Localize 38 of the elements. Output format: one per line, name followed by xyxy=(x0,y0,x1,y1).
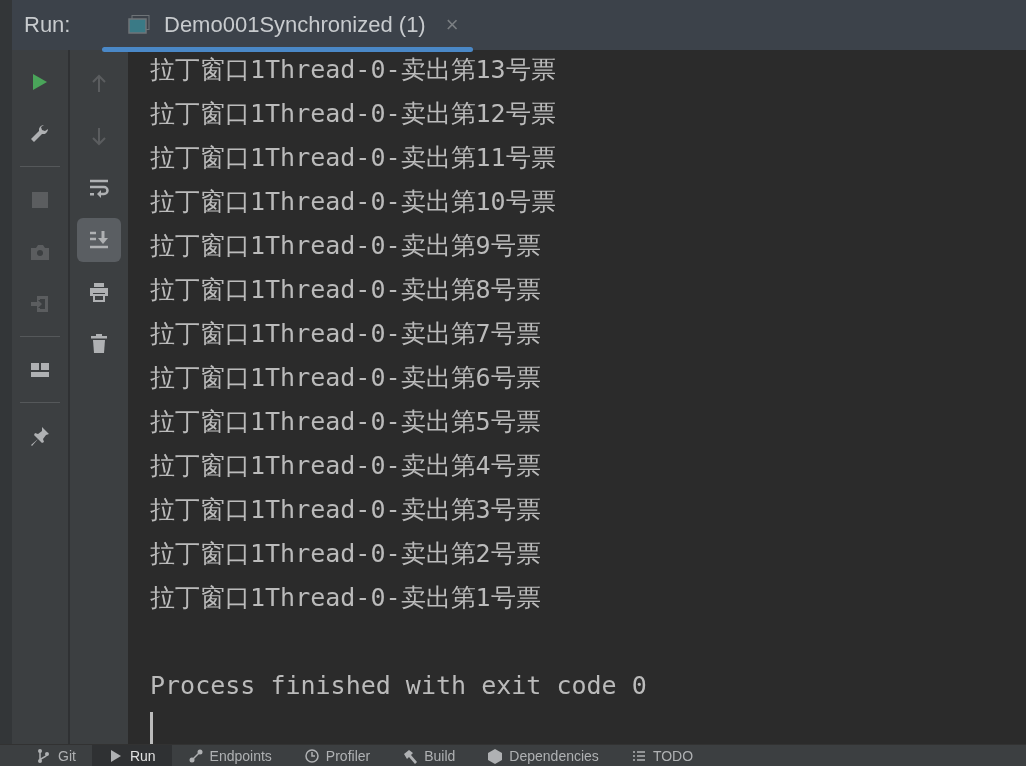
console-line: 拉丁窗口1Thread-0-卖出第10号票 xyxy=(150,186,556,218)
branch-icon xyxy=(36,747,52,764)
clock-icon xyxy=(303,747,320,764)
console-line: 拉丁窗口1Thread-0-卖出第6号票 xyxy=(150,362,541,394)
endpoints-icon xyxy=(187,747,204,764)
console-line: 拉丁窗口1Thread-0-卖出第4号票 xyxy=(150,450,541,482)
console-line: 拉丁窗口1Thread-0-卖出第3号票 xyxy=(150,494,541,526)
pin-icon xyxy=(29,425,51,447)
console-line: 拉丁窗口1Thread-0-卖出第5号票 xyxy=(150,406,541,438)
cube-icon xyxy=(487,747,504,764)
console-line: 拉丁窗口1Thread-0-卖出第1号票 xyxy=(150,582,541,614)
console-window-icon xyxy=(128,15,150,35)
scroll-to-end-icon xyxy=(88,229,110,251)
tool-window-tab[interactable]: Endpoints xyxy=(171,745,288,766)
console-line: 拉丁窗口1Thread-0-卖出第7号票 xyxy=(150,318,541,350)
console-line: 拉丁窗口1Thread-0-卖出第13号票 xyxy=(150,54,556,86)
trash-icon xyxy=(88,333,110,355)
printer-icon xyxy=(88,281,110,303)
exit-message: Process finished with exit code 0 xyxy=(150,670,647,702)
tool-window-tab[interactable]: Build xyxy=(386,745,472,766)
console-line: 拉丁窗口1Thread-0-卖出第11号票 xyxy=(150,142,556,174)
console-line: 拉丁窗口1Thread-0-卖出第12号票 xyxy=(150,98,556,130)
console-line: 拉丁窗口1Thread-0-卖出第8号票 xyxy=(150,274,541,306)
run-label: Run: xyxy=(24,12,72,38)
exit-icon xyxy=(29,293,51,315)
scroll-to-end-button[interactable] xyxy=(77,218,121,262)
tool-window-tab[interactable]: Run xyxy=(91,745,172,766)
hammer-icon xyxy=(402,747,419,764)
tool-window-tab[interactable]: Dependencies xyxy=(471,745,615,766)
console-tab[interactable]: Demo001Synchronized (1) × xyxy=(102,0,473,50)
tool-window-tab[interactable]: Profiler xyxy=(287,745,387,766)
console-line: 拉丁窗口1Thread-0-卖出第9号票 xyxy=(150,230,541,262)
tool-window-tab[interactable]: Git xyxy=(20,745,92,766)
wrap-icon xyxy=(88,177,110,199)
console-line: 拉丁窗口1Thread-0-卖出第2号票 xyxy=(150,538,541,570)
stop-icon xyxy=(29,189,51,211)
wrench-icon xyxy=(29,123,51,145)
tool-window-tab[interactable]: TODO xyxy=(614,745,710,766)
